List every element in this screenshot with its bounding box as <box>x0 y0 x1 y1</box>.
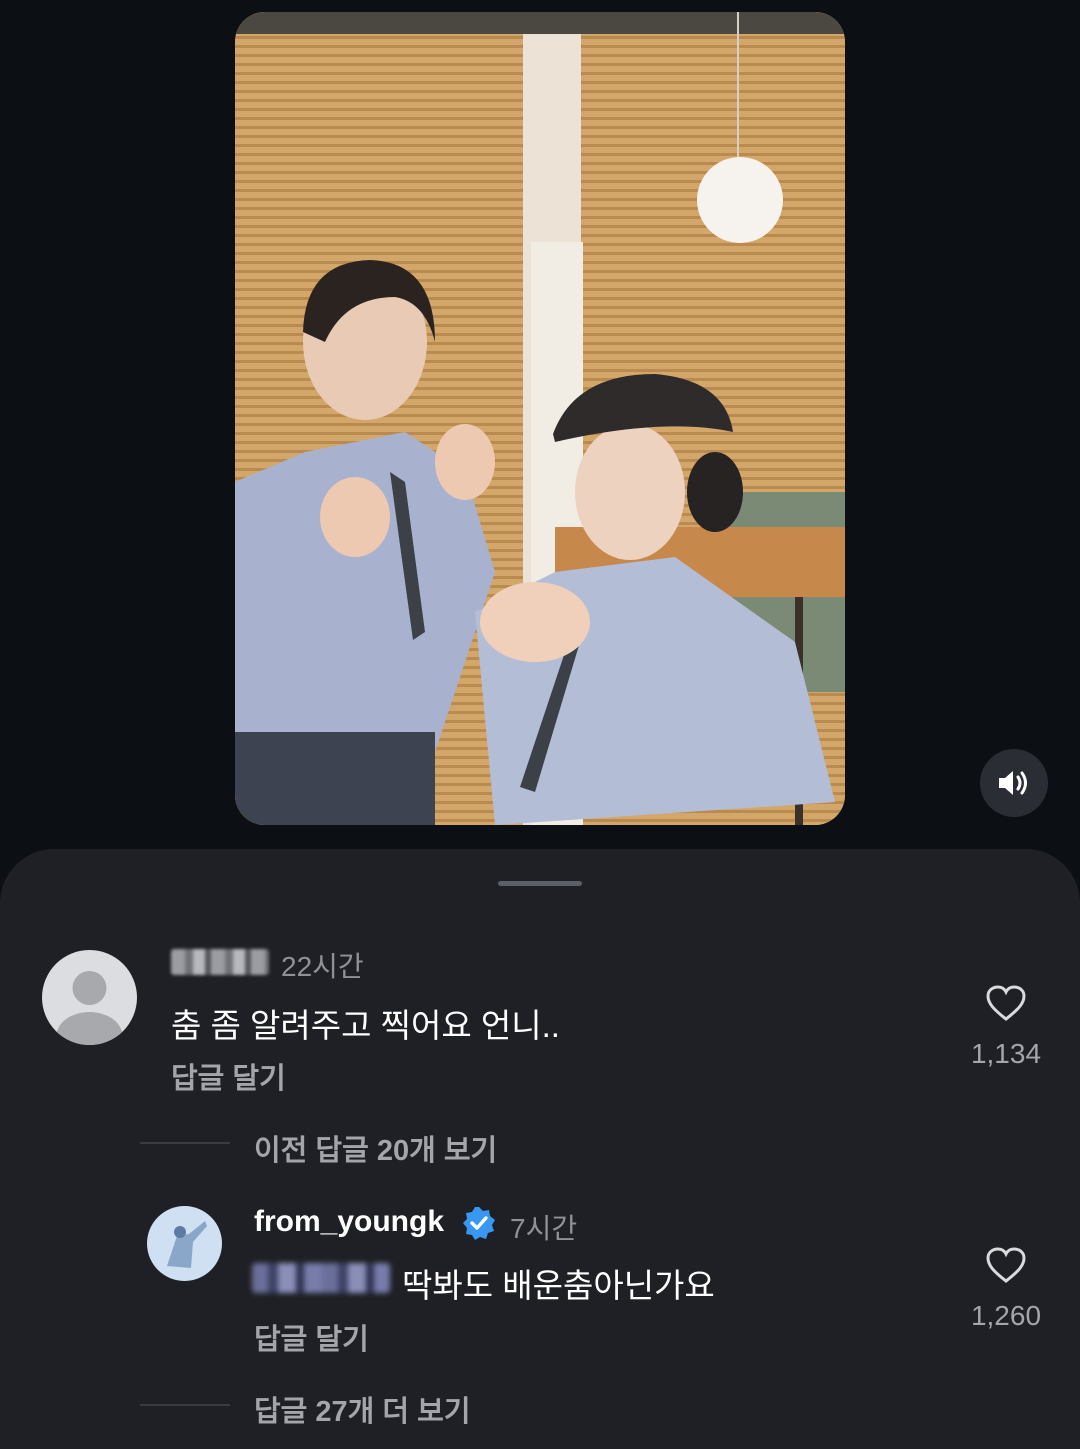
thread-line <box>140 1142 230 1144</box>
view-more-replies-button[interactable]: 답글 27개 더 보기 <box>254 1388 471 1430</box>
video-player[interactable] <box>235 12 845 825</box>
commenter-username[interactable] <box>171 949 269 975</box>
comments-sheet: 22시간 춤 좀 알려주고 찍어요 언니.. 답글 달기 1,134 이전 답글… <box>0 849 1080 1449</box>
reply-timestamp: 7시간 <box>510 1213 578 1244</box>
sound-toggle-button[interactable] <box>980 749 1048 817</box>
sheet-drag-handle[interactable] <box>498 881 582 886</box>
heart-outline-icon[interactable] <box>985 1246 1027 1284</box>
reply-button[interactable]: 답글 달기 <box>171 1055 286 1097</box>
comment-timestamp: 22시간 <box>281 951 364 982</box>
like-count: 1,134 <box>970 1038 1042 1069</box>
video-frame-image <box>235 12 845 825</box>
reply-like-count: 1,260 <box>970 1300 1042 1331</box>
speaker-sound-on-icon <box>999 771 1027 795</box>
mention-tag[interactable] <box>252 1263 390 1293</box>
default-avatar-icon[interactable] <box>42 950 137 1045</box>
comment-text: 춤 좀 알려주고 찍어요 언니.. <box>171 1007 560 1044</box>
reply-text: 딱봐도 배운춤아닌가요 <box>402 1267 715 1304</box>
thread-line <box>140 1404 230 1406</box>
view-previous-replies-button[interactable]: 이전 답글 20개 보기 <box>254 1127 497 1169</box>
reply-to-reply-button[interactable]: 답글 달기 <box>254 1316 369 1358</box>
verified-badge-icon <box>463 1207 495 1240</box>
from-youngk-avatar[interactable] <box>147 1206 222 1281</box>
heart-outline-icon[interactable] <box>985 984 1027 1022</box>
reply-username[interactable]: from_youngk <box>254 1205 444 1239</box>
